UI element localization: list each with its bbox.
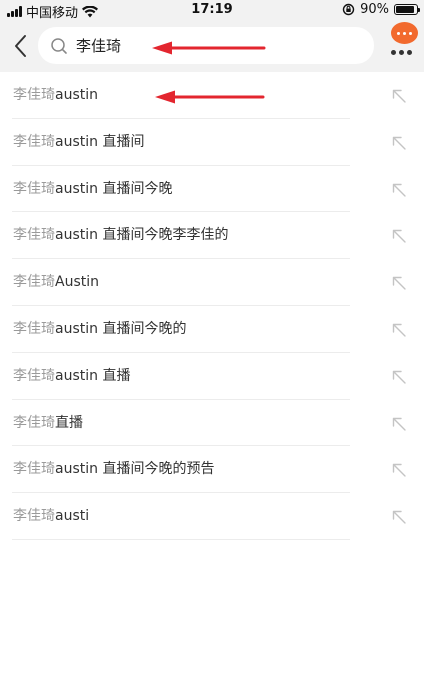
suggestion-rest: austin 直播间今晚李李佳的 xyxy=(55,227,229,244)
status-right: 90% xyxy=(342,2,420,17)
orientation-lock-icon xyxy=(342,3,355,16)
more-menu-button[interactable] xyxy=(386,20,420,70)
suggestion-rest: austin xyxy=(55,87,98,103)
arrow-up-left-icon[interactable] xyxy=(391,416,407,432)
arrow-up-left-icon[interactable] xyxy=(391,369,407,385)
chevron-left-icon xyxy=(15,35,26,57)
suggestion-text: 李佳琦austin 直播 xyxy=(13,353,130,400)
suggestion-text: 李佳琦austin 直播间今晚的 xyxy=(13,306,186,353)
arrow-up-left-icon[interactable] xyxy=(391,509,407,525)
arrow-up-left-icon[interactable] xyxy=(391,88,407,104)
arrow-up-left-icon[interactable] xyxy=(391,135,407,151)
suggestion-prefix: 李佳琦 xyxy=(13,274,55,291)
suggestion-prefix: 李佳琦 xyxy=(13,414,55,431)
suggestion-text: 李佳琦austin 直播间今晚 xyxy=(13,166,172,213)
suggestion-rest: austin 直播间今晚 xyxy=(55,180,173,197)
status-bar: 中国移动 17:19 90% xyxy=(0,0,424,21)
arrow-up-left-icon[interactable] xyxy=(391,228,407,244)
arrow-up-left-icon[interactable] xyxy=(391,322,407,338)
suggestion-rest: austi xyxy=(55,508,90,525)
suggestion-item[interactable]: 李佳琦austin 直播间今晚的预告 xyxy=(0,446,424,493)
suggestion-prefix: 李佳琦 xyxy=(13,508,55,525)
suggestion-prefix: 李佳琦 xyxy=(13,320,55,337)
suggestion-prefix: 李佳琦 xyxy=(13,227,55,244)
suggestion-item[interactable]: 李佳琦austin 直播 xyxy=(0,353,424,400)
suggestion-prefix: 李佳琦 xyxy=(13,133,55,150)
battery-level xyxy=(396,6,414,13)
suggestion-text: 李佳琦Austin xyxy=(13,259,99,306)
suggestion-prefix: 李佳琦 xyxy=(13,461,55,478)
suggestion-prefix: 李佳琦 xyxy=(13,180,55,197)
message-bubble-icon xyxy=(391,22,418,44)
red-arrow-icon xyxy=(155,90,265,104)
red-arrow-icon xyxy=(152,41,266,55)
suggestion-text: 李佳琦austin xyxy=(13,72,98,119)
battery-percent: 90% xyxy=(360,2,389,17)
suggestion-text: 李佳琦直播 xyxy=(13,400,83,447)
suggestion-item[interactable]: 李佳琦austi xyxy=(0,493,424,540)
suggestion-rest: austin 直播间今晚的 xyxy=(55,320,187,337)
more-dots-icon xyxy=(391,50,412,55)
suggestion-item[interactable]: 李佳琦直播 xyxy=(0,400,424,447)
suggestion-text: 李佳琦austi xyxy=(13,493,89,540)
suggestion-item[interactable]: 李佳琦austin 直播间今晚 xyxy=(0,166,424,213)
suggestion-item[interactable]: 李佳琦austin 直播间今晚李李佳的 xyxy=(0,212,424,259)
suggestion-list: 李佳琦austin 李佳琦austin 直播间 李佳琦austin 直播间今晚 … xyxy=(0,72,424,540)
suggestion-rest: austin 直播间 xyxy=(55,133,145,150)
arrow-up-left-icon[interactable] xyxy=(391,275,407,291)
suggestion-item[interactable]: 李佳琦Austin xyxy=(0,259,424,306)
suggestion-rest: Austin xyxy=(55,274,99,291)
back-button[interactable] xyxy=(10,32,34,60)
search-icon xyxy=(51,38,67,54)
suggestion-prefix: 李佳琦 xyxy=(13,367,55,384)
suggestion-prefix: 李佳琦 xyxy=(13,87,55,103)
arrow-up-left-icon[interactable] xyxy=(391,462,407,478)
suggestion-rest: austin 直播 xyxy=(55,367,131,384)
suggestion-text: 李佳琦austin 直播间 xyxy=(13,119,144,166)
suggestion-rest: 直播 xyxy=(55,414,83,431)
battery-icon xyxy=(394,4,420,15)
suggestion-rest: austin 直播间今晚的预告 xyxy=(55,461,215,478)
suggestion-text: 李佳琦austin 直播间今晚的预告 xyxy=(13,446,214,493)
arrow-up-left-icon[interactable] xyxy=(391,182,407,198)
suggestion-item[interactable]: 李佳琦austin 直播间今晚的 xyxy=(0,306,424,353)
suggestion-item[interactable]: 李佳琦austin 直播间 xyxy=(0,119,424,166)
suggestion-text: 李佳琦austin 直播间今晚李李佳的 xyxy=(13,212,228,259)
